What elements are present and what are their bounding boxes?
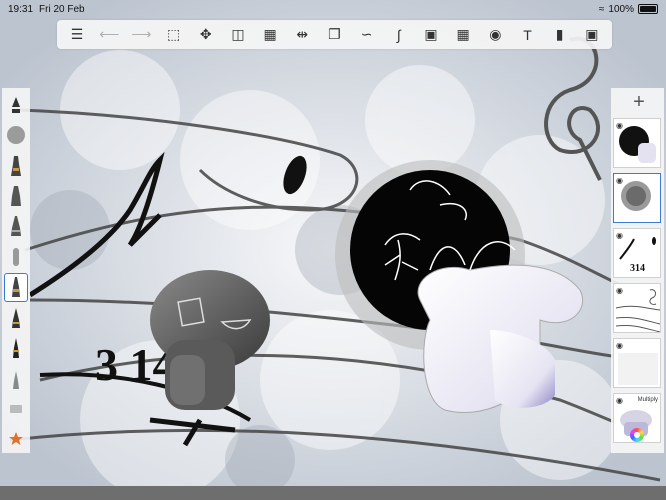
text-icon[interactable]: T (517, 25, 537, 45)
layer-4[interactable]: ◉ (613, 283, 661, 333)
brush-pen-g-icon[interactable] (5, 334, 27, 361)
brush-pen-b-icon[interactable] (5, 152, 27, 179)
eye-icon[interactable]: ◉ (616, 341, 623, 350)
layer-2[interactable]: ◉ (613, 173, 661, 223)
selection-icon[interactable]: ⬚ (164, 25, 184, 45)
brush-palette (2, 88, 30, 453)
brush-nib-a-icon[interactable] (5, 91, 27, 118)
color-picker-icon[interactable] (630, 428, 644, 442)
layers-panel: ◉ ◉ ◉ 314 ◉ ◉ ◉ Multiply (611, 88, 664, 453)
add-layer-button[interactable]: + (628, 91, 650, 113)
brush-round-icon[interactable] (5, 121, 27, 148)
svg-text:314: 314 (630, 263, 645, 274)
layer-1[interactable]: ◉ (613, 118, 661, 168)
shapes-icon[interactable]: ❐ (324, 25, 344, 45)
main-toolbar: ☰ ⟵ ⟶ ⬚ ✥ ◫ ▦ ⇹ ❐ ∽ ∫ ▣ ▦ ◉ T ▮ ▣ (57, 20, 612, 49)
eye-icon[interactable]: ◉ (616, 396, 623, 405)
ruler-curve-icon[interactable]: ∽ (357, 25, 377, 45)
eye-icon[interactable]: ◉ (616, 286, 623, 295)
eye-icon[interactable]: ◉ (616, 121, 623, 130)
status-date: Fri 20 Feb (39, 3, 85, 15)
bucket-icon[interactable]: ◫ (228, 25, 248, 45)
wifi-icon: ≈ (598, 3, 605, 15)
redo-icon[interactable]: ⟶ (131, 25, 151, 45)
brush-pen-f-icon[interactable] (5, 304, 27, 331)
symmetry-icon[interactable]: ⇹ (292, 25, 312, 45)
brush-airbrush-icon[interactable] (5, 243, 27, 270)
blend-mode-label: Multiply (637, 397, 658, 403)
battery-percent: 100% (608, 3, 634, 15)
canvas-icon[interactable]: ▣ (582, 25, 602, 45)
reference-icon[interactable]: ◉ (485, 25, 505, 45)
eye-icon[interactable]: ◉ (616, 231, 623, 240)
layer-5[interactable]: ◉ (613, 338, 661, 388)
bottom-bar (0, 486, 666, 500)
stroke-icon[interactable]: ∫ (389, 25, 409, 45)
layer-3[interactable]: ◉ 314 (613, 228, 661, 278)
brush-pen-c-icon[interactable] (5, 182, 27, 209)
brush-pen-e-icon[interactable] (4, 272, 28, 302)
eye-icon[interactable]: ◉ (616, 176, 623, 185)
eraser-icon[interactable]: ▦ (260, 25, 280, 45)
status-time: 19:31 (8, 3, 34, 15)
favorites-star-icon[interactable] (5, 426, 27, 453)
battery-icon (638, 4, 658, 14)
undo-icon[interactable]: ⟵ (99, 25, 119, 45)
transform-icon[interactable]: ✥ (196, 25, 216, 45)
status-bar: 19:31 Fri 20 Feb ≈ 100% (0, 0, 666, 18)
list-icon[interactable]: ☰ (67, 25, 87, 45)
image-icon[interactable]: ▣ (421, 25, 441, 45)
record-icon[interactable]: ▮ (550, 25, 570, 45)
brush-pen-d-icon[interactable] (5, 213, 27, 240)
brush-pen-h-icon[interactable] (5, 365, 27, 392)
drawing-canvas[interactable]: 3 14 (0, 0, 666, 500)
perspective-icon[interactable]: ▦ (453, 25, 473, 45)
brush-tablet-icon[interactable] (5, 395, 27, 422)
